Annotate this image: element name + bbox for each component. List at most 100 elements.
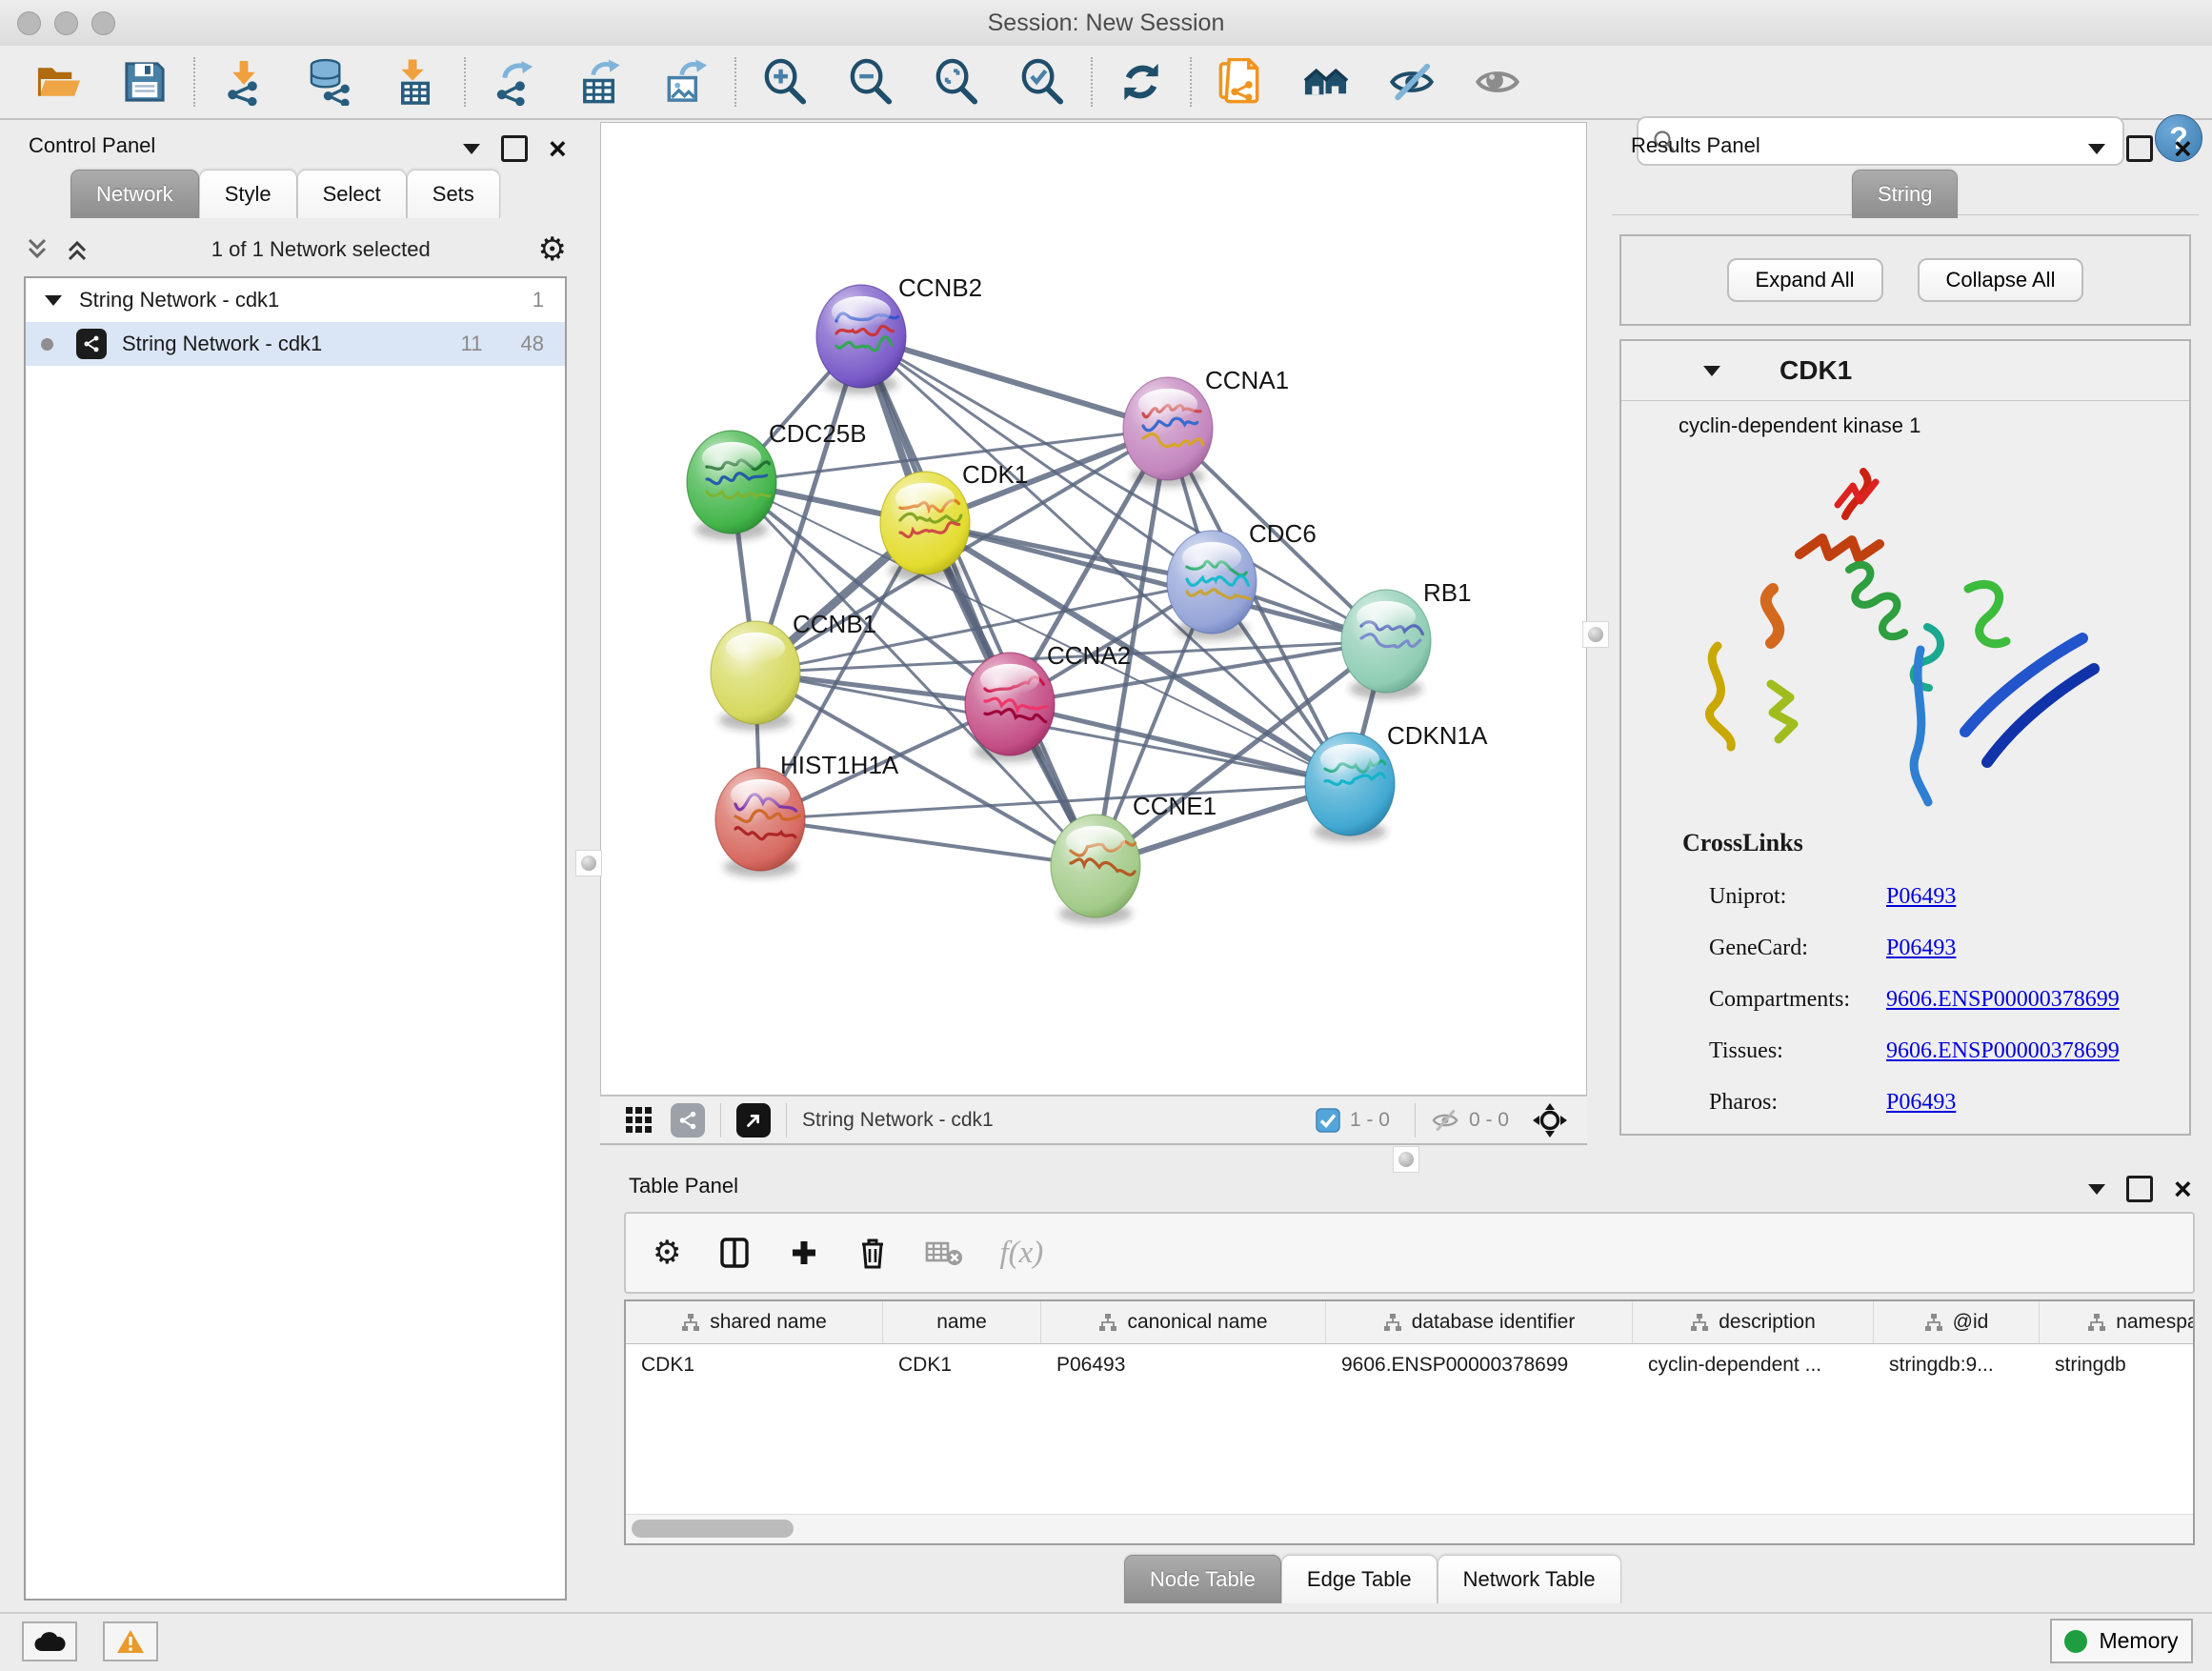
close-panel-icon[interactable]: × bbox=[2174, 1178, 2192, 1199]
tab-network-table[interactable]: Network Table bbox=[1438, 1555, 1621, 1603]
edge-CCNB2-CCNA1[interactable] bbox=[861, 336, 1168, 429]
expand-all-icon[interactable] bbox=[64, 236, 90, 263]
node-CDKN1A[interactable] bbox=[1305, 733, 1395, 842]
panel-menu-icon[interactable] bbox=[463, 144, 480, 154]
crosslink-value-link[interactable]: P06493 bbox=[1886, 936, 1956, 961]
export-image-button[interactable] bbox=[662, 55, 710, 109]
collapse-all-button[interactable]: Collapse All bbox=[1918, 258, 2084, 302]
node-RB1[interactable] bbox=[1341, 590, 1431, 699]
table-cell[interactable]: 9606.ENSP00000378699 bbox=[1326, 1344, 1633, 1386]
left-splitter-handle[interactable] bbox=[575, 850, 602, 876]
edge-CDK1-RB1[interactable] bbox=[925, 523, 1386, 641]
birdseye-crosshair-icon[interactable] bbox=[1532, 1102, 1568, 1138]
column-header-database-identifier[interactable]: database identifier bbox=[1326, 1301, 1633, 1343]
network-view-canvas[interactable]: CCNB2CCNA1CDC25BCDK1CDC6RB1CCNB1CCNA2CDK… bbox=[600, 122, 1587, 1096]
save-session-button[interactable] bbox=[121, 55, 169, 109]
table-horizontal-scrollbar[interactable] bbox=[626, 1514, 2193, 1543]
collection-expander-icon[interactable] bbox=[45, 295, 62, 306]
bottom-splitter-handle[interactable] bbox=[1393, 1146, 1419, 1173]
column-header-namespace[interactable]: namespace bbox=[2040, 1301, 2195, 1343]
panel-menu-icon[interactable] bbox=[2088, 1184, 2105, 1195]
scrollbar-thumb[interactable] bbox=[632, 1520, 794, 1538]
detach-view-icon[interactable] bbox=[736, 1103, 771, 1137]
tab-edge-table[interactable]: Edge Table bbox=[1281, 1555, 1438, 1603]
node-CDK1[interactable] bbox=[880, 472, 970, 581]
delete-table-icon[interactable] bbox=[925, 1238, 963, 1268]
export-network-button[interactable] bbox=[491, 55, 538, 109]
hidden-eye-slash-icon[interactable] bbox=[1431, 1108, 1459, 1133]
edge-CCNA2-CDKN1A[interactable] bbox=[1010, 704, 1350, 784]
import-network-from-file-button[interactable] bbox=[220, 55, 268, 109]
import-table-from-file-button[interactable] bbox=[392, 55, 439, 109]
network-collection-row[interactable]: String Network - cdk1 1 bbox=[26, 278, 565, 322]
float-panel-icon[interactable] bbox=[2126, 1176, 2153, 1202]
tab-string[interactable]: String bbox=[1852, 170, 1958, 218]
grid-view-icon[interactable] bbox=[625, 1106, 654, 1135]
string-import-button[interactable] bbox=[1217, 55, 1264, 109]
import-network-from-database-button[interactable] bbox=[306, 55, 353, 109]
column-header-shared-name[interactable]: shared name bbox=[626, 1301, 883, 1343]
home-button[interactable] bbox=[1302, 55, 1350, 109]
memory-button[interactable]: Memory bbox=[2050, 1619, 2193, 1663]
expand-all-button[interactable]: Expand All bbox=[1727, 258, 1883, 302]
node-CCNB2[interactable] bbox=[816, 285, 906, 394]
table-cell[interactable]: CDK1 bbox=[626, 1344, 883, 1386]
panel-menu-icon[interactable] bbox=[2088, 144, 2105, 154]
tab-select[interactable]: Select bbox=[297, 170, 407, 218]
show-eye-button[interactable] bbox=[1474, 55, 1521, 109]
hide-glasses-button[interactable] bbox=[1388, 55, 1436, 109]
table-cell[interactable]: P06493 bbox=[1041, 1344, 1326, 1386]
node-CDC6[interactable] bbox=[1167, 531, 1257, 640]
node-CCNE1[interactable] bbox=[1051, 815, 1140, 924]
collapse-all-icon[interactable] bbox=[24, 236, 50, 263]
zoom-out-button[interactable] bbox=[847, 55, 895, 109]
right-splitter-handle[interactable] bbox=[1582, 621, 1609, 648]
float-panel-icon[interactable] bbox=[2126, 135, 2153, 162]
table-row[interactable]: CDK1CDK1P064939606.ENSP00000378699cyclin… bbox=[626, 1344, 2193, 1386]
table-cell[interactable]: CDK1 bbox=[883, 1344, 1041, 1386]
float-panel-icon[interactable] bbox=[501, 135, 528, 162]
table-cell[interactable]: stringdb:9... bbox=[1874, 1344, 2040, 1386]
tab-sets[interactable]: Sets bbox=[407, 170, 500, 218]
crosslink-value-link[interactable]: 9606.ENSP00000378699 bbox=[1886, 1038, 2120, 1064]
zoom-selected-button[interactable] bbox=[1018, 55, 1066, 109]
open-session-button[interactable] bbox=[35, 55, 83, 109]
zoom-fit-button[interactable] bbox=[933, 55, 980, 109]
close-panel-icon[interactable]: × bbox=[549, 138, 567, 159]
column-header-name[interactable]: name bbox=[883, 1301, 1041, 1343]
create-column-icon[interactable] bbox=[788, 1237, 820, 1269]
table-options-gear-icon[interactable]: ⚙ bbox=[653, 1237, 681, 1269]
network-options-gear-icon[interactable]: ⚙ bbox=[538, 233, 567, 266]
cloud-button[interactable] bbox=[22, 1621, 77, 1661]
crosslink-value-link[interactable]: P06493 bbox=[1886, 1090, 1956, 1116]
gene-header-row[interactable]: CDK1 bbox=[1621, 341, 2189, 401]
show-column-panel-icon[interactable] bbox=[717, 1236, 752, 1270]
node-CCNA1[interactable] bbox=[1123, 377, 1213, 487]
close-panel-icon[interactable]: × bbox=[2174, 138, 2192, 159]
tab-style[interactable]: Style bbox=[199, 170, 297, 218]
network-row[interactable]: String Network - cdk1 11 48 bbox=[26, 322, 565, 366]
network-badge-icon[interactable] bbox=[671, 1103, 705, 1137]
crosslink-value-link[interactable]: P06493 bbox=[1886, 884, 1956, 910]
column-header-description[interactable]: description bbox=[1633, 1301, 1874, 1343]
tab-network[interactable]: Network bbox=[70, 170, 199, 218]
table-cell[interactable]: stringdb bbox=[2040, 1344, 2195, 1386]
column-header-canonical-name[interactable]: canonical name bbox=[1041, 1301, 1326, 1343]
node-CDC25B[interactable] bbox=[687, 431, 776, 540]
zoom-in-button[interactable] bbox=[761, 55, 809, 109]
edge-HIST1H1A-CCNE1[interactable] bbox=[760, 819, 1096, 866]
function-builder-icon[interactable]: f(x) bbox=[999, 1236, 1043, 1271]
node-HIST1H1A[interactable] bbox=[715, 768, 805, 877]
gene-expander-icon[interactable] bbox=[1703, 366, 1720, 376]
crosslink-value-link[interactable]: 9606.ENSP00000378699 bbox=[1886, 987, 2120, 1013]
column-header-@id[interactable]: @id bbox=[1874, 1301, 2040, 1343]
redraw-network-button[interactable] bbox=[1117, 55, 1165, 109]
tab-node-table[interactable]: Node Table bbox=[1124, 1555, 1281, 1603]
export-table-button[interactable] bbox=[576, 55, 624, 109]
edge-CCNB2-CCNE1[interactable] bbox=[861, 336, 1096, 866]
node-CCNB1[interactable] bbox=[711, 621, 800, 731]
delete-column-icon[interactable] bbox=[856, 1236, 889, 1270]
selected-checkbox-icon[interactable] bbox=[1316, 1108, 1340, 1133]
table-cell[interactable]: cyclin-dependent ... bbox=[1633, 1344, 1874, 1386]
warnings-button[interactable] bbox=[103, 1621, 158, 1661]
